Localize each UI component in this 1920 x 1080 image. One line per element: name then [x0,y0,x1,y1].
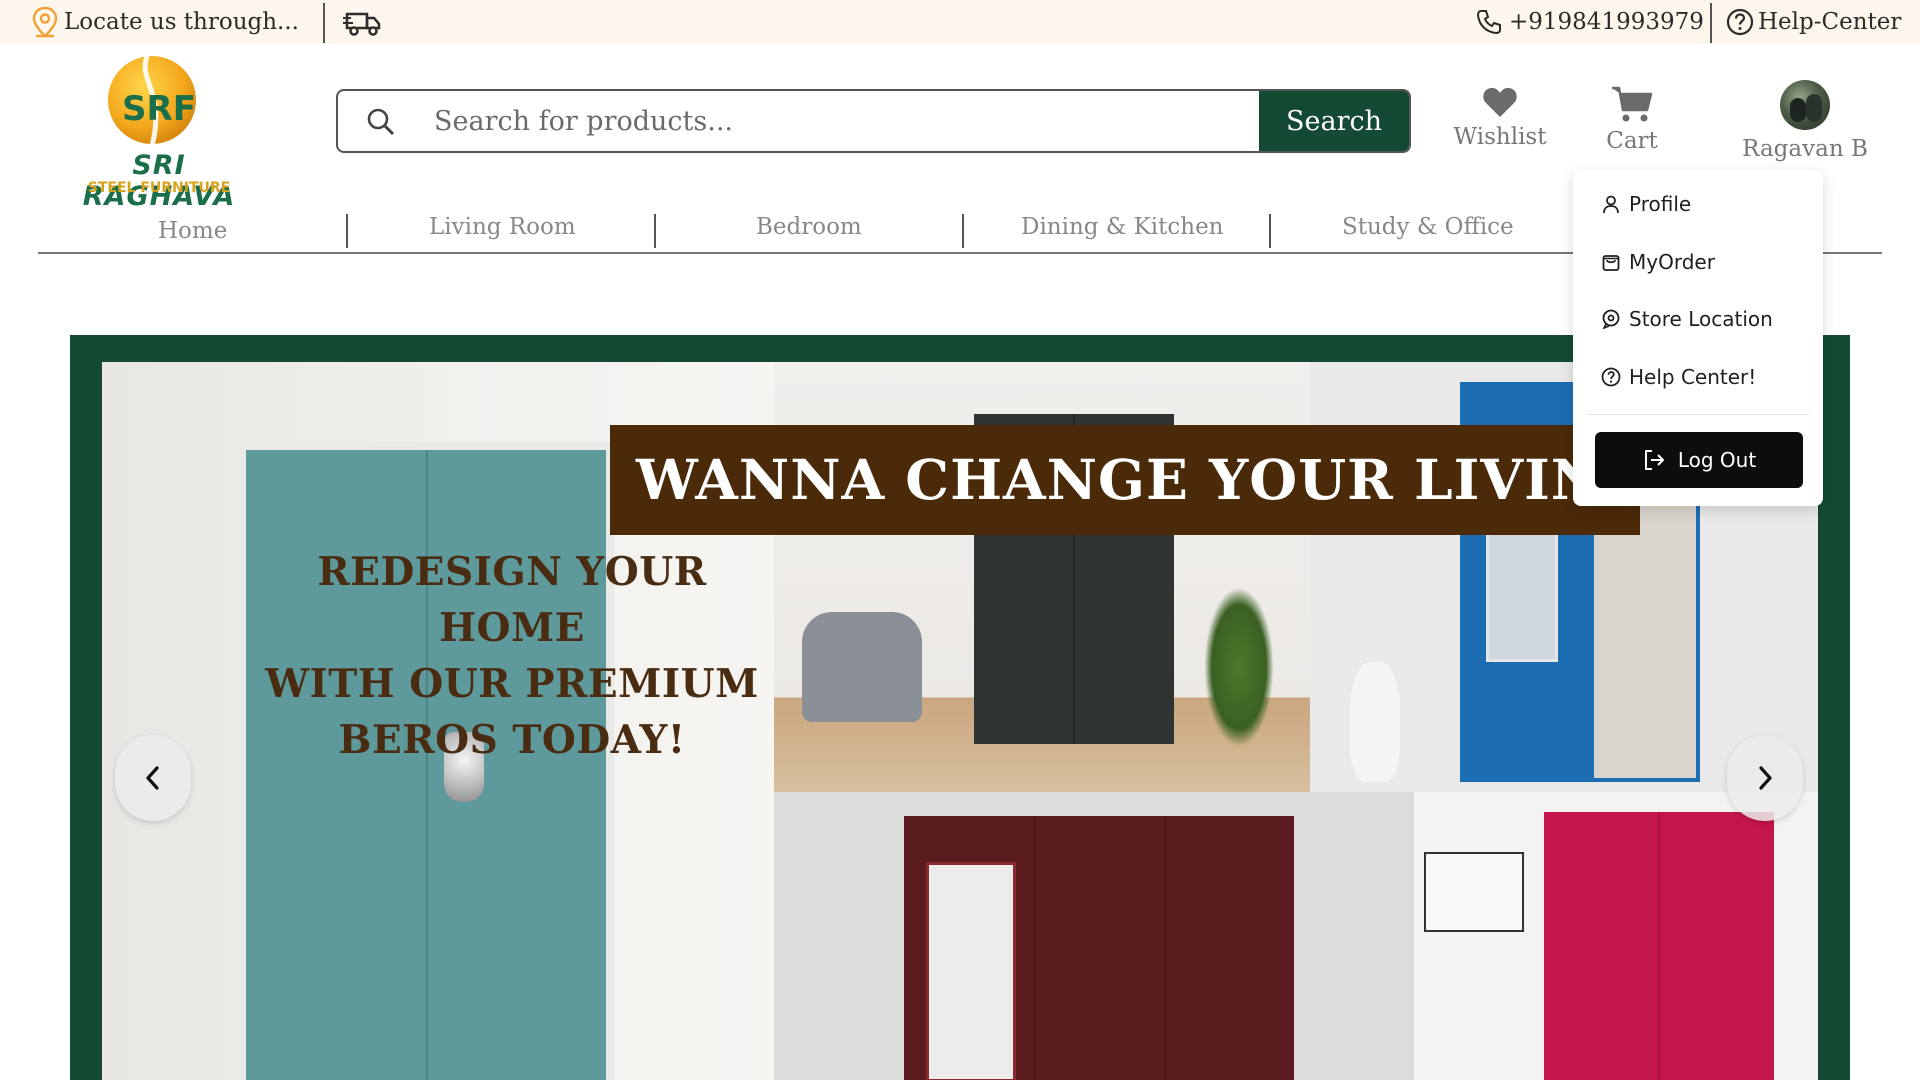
nav-item-living-room[interactable]: Living Room [429,214,576,240]
chair-image [802,612,922,722]
nav-divider [346,214,348,248]
user-account-button[interactable]: Ragavan B [1740,80,1870,162]
menu-item-profile[interactable]: Profile [1601,189,1691,219]
mirror-image [926,862,1016,1080]
locate-us-text: Locate us through... [64,9,299,35]
menu-item-label: Profile [1629,192,1692,216]
nav-item-bedroom[interactable]: Bedroom [756,214,862,240]
menu-item-myorder[interactable]: MyOrder [1601,247,1715,277]
location-pin-icon [1602,309,1620,329]
menu-item-label: Help Center! [1629,365,1757,389]
nav-divider [654,214,656,248]
topbar-divider [323,3,325,43]
wall-frames-image [1424,852,1524,932]
nav-item-home[interactable]: Home [158,218,227,244]
srf-logo-emblem: SRF [108,52,196,147]
banner-tagline: REDESIGN YOUR HOME WITH OUR PREMIUM BERO… [242,544,782,768]
pink-bero-image [1544,812,1774,1080]
brand-tagline: STEEL FURNITURE [87,180,231,196]
nav-item-dining-kitchen[interactable]: Dining & Kitchen [1021,214,1224,240]
chevron-left-icon [146,766,159,790]
banner-headline: WANNA CHANGE YOUR LIVING [636,447,1640,512]
topbar-divider [1710,3,1712,43]
top-bar: Locate us through... +919841993979 Help-… [0,0,1920,44]
user-icon [1603,195,1619,214]
menu-item-store-location[interactable]: Store Location [1601,304,1773,334]
avatar [1780,80,1830,130]
search-button[interactable]: Search [1259,91,1409,151]
banner-tagline-line: REDESIGN YOUR HOME [317,549,707,651]
help-circle-icon [1726,8,1754,36]
user-name: Ragavan B [1742,136,1868,162]
banner-tagline-line: WITH OUR PREMIUM [265,661,759,707]
menu-divider [1587,414,1809,415]
cart-label: Cart [1606,128,1658,154]
logout-button[interactable]: Log Out [1595,432,1803,488]
carousel-prev-button[interactable] [115,735,191,821]
search-input[interactable] [434,95,1264,147]
chevron-right-icon [1759,766,1772,790]
menu-item-label: Store Location [1629,307,1773,331]
user-menu-dropdown: Profile MyOrder Store Location Help Cent… [1573,170,1823,506]
wishlist-button[interactable]: Wishlist [1452,86,1548,150]
phone-contact[interactable]: +919841993979 [1475,4,1704,40]
carousel-next-button[interactable] [1727,735,1803,821]
menu-item-help-center[interactable]: Help Center! [1601,362,1756,392]
search-icon [367,108,395,136]
logo-mark-text: SRF [122,89,196,129]
cart-icon [1612,86,1653,122]
help-center-text: Help-Center [1758,9,1902,35]
nav-item-study-office[interactable]: Study & Office [1342,214,1514,240]
menu-item-label: MyOrder [1629,250,1715,274]
location-pin-icon [32,6,58,38]
brand-logo[interactable]: SRF SRI RAGHAVA STEEL FURNITURE [56,50,262,212]
heart-icon [1483,87,1517,117]
banner-panel-maroon-bero [774,792,1414,1080]
vase-image [1350,662,1400,782]
banner-headline-band: WANNA CHANGE YOUR LIVING [610,425,1640,535]
logout-label: Log Out [1677,448,1757,472]
nav-divider [1269,214,1271,248]
logout-icon [1644,450,1664,470]
locate-us-link[interactable]: Locate us through... [32,4,299,40]
banner-panel-pink-bero [1414,792,1818,1080]
delivery-truck-icon[interactable] [343,8,383,38]
plant-image [1204,587,1274,747]
nav-divider [962,214,964,248]
search-bar: Search [336,89,1411,153]
help-center-link[interactable]: Help-Center [1726,4,1901,40]
wishlist-label: Wishlist [1453,124,1547,150]
help-circle-icon [1601,367,1621,387]
banner-tagline-line: BEROS TODAY! [338,717,686,763]
phone-number: +919841993979 [1509,9,1704,35]
shopping-bag-icon [1602,255,1620,271]
phone-icon [1476,10,1501,35]
banner-image: REDESIGN YOUR HOME WITH OUR PREMIUM BERO… [102,362,1818,1080]
cart-button[interactable]: Cart [1597,84,1667,154]
